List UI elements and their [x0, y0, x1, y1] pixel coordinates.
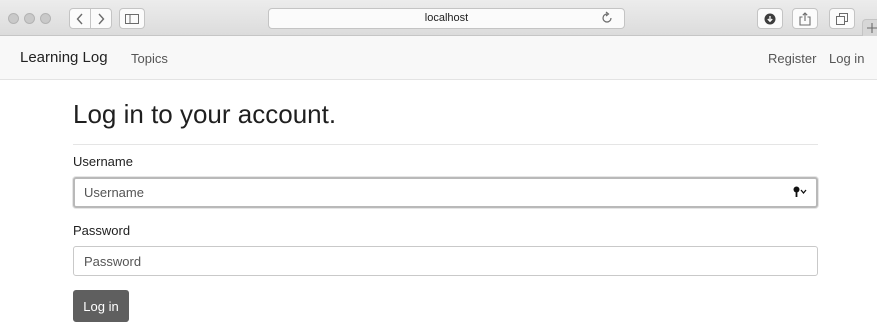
nav-link-topics[interactable]: Topics: [131, 51, 168, 66]
sidebar-toggle-button[interactable]: [119, 8, 145, 29]
username-label: Username: [73, 154, 133, 169]
new-tab-button[interactable]: [862, 19, 877, 36]
forward-button[interactable]: [90, 8, 112, 29]
chevron-right-icon: [98, 13, 105, 24]
address-bar[interactable]: localhost: [268, 8, 625, 29]
password-input[interactable]: [73, 246, 818, 276]
nav-link-login[interactable]: Log in: [829, 51, 864, 66]
page-title: Log in to your account.: [73, 99, 337, 129]
app-navbar: Learning Log Topics Register Log in: [0, 36, 877, 80]
chevron-left-icon: [76, 13, 83, 24]
downloads-button[interactable]: [757, 8, 783, 29]
login-submit-button[interactable]: Log in: [73, 290, 129, 322]
browser-toolbar: localhost: [0, 0, 877, 36]
tabs-icon: [836, 12, 848, 25]
address-text: localhost: [424, 12, 469, 24]
password-key-icon[interactable]: [793, 186, 807, 198]
download-icon: [764, 13, 776, 24]
minimize-window-button[interactable]: [24, 13, 35, 24]
back-button[interactable]: [69, 8, 91, 29]
password-label: Password: [73, 223, 131, 238]
close-window-button[interactable]: [8, 13, 19, 24]
share-button[interactable]: [792, 8, 818, 29]
share-icon: [799, 11, 811, 26]
brand-link[interactable]: Learning Log: [20, 49, 108, 66]
heading-divider: [73, 144, 818, 145]
username-input[interactable]: [73, 177, 818, 208]
tabs-overview-button[interactable]: [829, 8, 855, 29]
reload-icon[interactable]: [600, 11, 614, 25]
zoom-window-button[interactable]: [40, 13, 51, 24]
sidebar-icon: [125, 13, 139, 24]
plus-icon: [867, 23, 877, 33]
nav-link-register[interactable]: Register: [768, 51, 816, 66]
